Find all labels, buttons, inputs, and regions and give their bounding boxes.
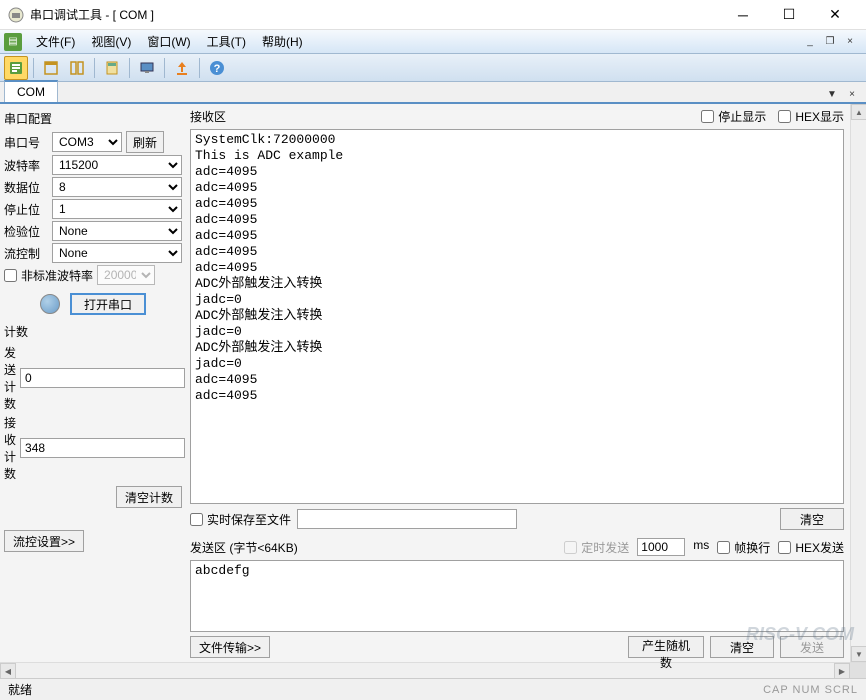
menu-view[interactable]: 视图(V) <box>83 30 139 53</box>
left-panel: 串口配置 串口号 COM3 刷新 波特率 115200 数据位 8 停止位 1 … <box>0 104 186 662</box>
tool-calc-icon[interactable] <box>100 56 124 80</box>
stop-label: 停止位 <box>4 201 48 218</box>
connection-status-icon <box>40 294 60 314</box>
stop-display-checkbox[interactable] <box>701 110 714 123</box>
timed-send-checkbox[interactable] <box>564 541 577 554</box>
close-button[interactable]: ✕ <box>812 0 858 30</box>
clear-receive-button[interactable]: 清空 <box>780 508 844 530</box>
send-title: 发送区 (字节<64KB) <box>190 539 298 556</box>
random-button[interactable]: 产生随机数 <box>628 636 704 658</box>
data-label: 数据位 <box>4 179 48 196</box>
mdi-restore-icon[interactable]: ❐ <box>822 36 838 48</box>
interval-field[interactable] <box>637 538 685 556</box>
scroll-down-icon[interactable]: ▼ <box>851 646 866 662</box>
config-title: 串口配置 <box>4 108 182 129</box>
right-panel: 接收区 停止显示 HEX显示 SystemClk:72000000 This i… <box>186 104 850 662</box>
ms-label: ms <box>693 538 709 556</box>
tool-layout1-icon[interactable] <box>39 56 63 80</box>
menu-window[interactable]: 窗口(W) <box>139 30 198 53</box>
frame-wrap-label: 帧换行 <box>734 539 770 556</box>
save-file-path-field[interactable] <box>297 509 517 529</box>
file-transfer-button[interactable]: 文件传输>> <box>190 636 270 658</box>
receive-textarea[interactable]: SystemClk:72000000 This is ADC example a… <box>190 129 844 504</box>
tab-com[interactable]: COM <box>4 80 58 102</box>
svg-text:?: ? <box>214 63 221 75</box>
scroll-right-icon[interactable]: ▶ <box>834 663 850 679</box>
menubar: ▤ 文件(F) 视图(V) 窗口(W) 工具(T) 帮助(H) _ ❐ × <box>0 30 866 54</box>
recv-count-field[interactable] <box>20 438 185 458</box>
tabstrip: COM ▼ × <box>0 82 866 104</box>
save-file-checkbox[interactable] <box>190 513 203 526</box>
save-file-label: 实时保存至文件 <box>207 511 291 528</box>
flowctrl-select[interactable]: None <box>52 243 182 263</box>
titlebar: 串口调试工具 - [ COM ] ─ ☐ ✕ <box>0 0 866 30</box>
menu-file[interactable]: 文件(F) <box>28 30 83 53</box>
statusbar: 就绪 CAP NUM SCRL <box>0 678 866 700</box>
scroll-left-icon[interactable]: ◀ <box>0 663 16 679</box>
vertical-scrollbar[interactable]: ▲ ▼ <box>850 104 866 662</box>
hex-display-checkbox[interactable] <box>778 110 791 123</box>
menu-help[interactable]: 帮助(H) <box>254 30 311 53</box>
hex-send-label: HEX发送 <box>795 539 844 556</box>
stopbits-select[interactable]: 1 <box>52 199 182 219</box>
content-area: 串口配置 串口号 COM3 刷新 波特率 115200 数据位 8 停止位 1 … <box>0 104 866 662</box>
status-text: 就绪 <box>8 681 32 698</box>
send-count-field[interactable] <box>20 368 185 388</box>
flow-label: 流控制 <box>4 245 48 262</box>
scroll-up-icon[interactable]: ▲ <box>851 104 866 120</box>
flow-settings-button[interactable]: 流控设置>> <box>4 530 84 552</box>
minimize-button[interactable]: ─ <box>720 0 766 30</box>
horizontal-scrollbar[interactable]: ◀ ▶ <box>0 662 866 678</box>
clear-count-button[interactable]: 清空计数 <box>116 486 182 508</box>
nonstd-baud-label: 非标准波特率 <box>21 267 93 284</box>
tool-new-icon[interactable] <box>4 56 28 80</box>
hex-display-label: HEX显示 <box>795 108 844 125</box>
toolbar: ? <box>0 54 866 82</box>
receive-title: 接收区 <box>190 108 226 125</box>
tab-dropdown-icon[interactable]: ▼ <box>824 88 840 100</box>
menu-tools[interactable]: 工具(T) <box>199 30 254 53</box>
hex-send-checkbox[interactable] <box>778 541 791 554</box>
parity-label: 检验位 <box>4 223 48 240</box>
window-title: 串口调试工具 - [ COM ] <box>30 6 720 23</box>
mdi-minimize-icon[interactable]: _ <box>802 36 818 48</box>
maximize-button[interactable]: ☐ <box>766 0 812 30</box>
open-port-button[interactable]: 打开串口 <box>70 293 146 315</box>
send-button[interactable]: 发送 <box>780 636 844 658</box>
parity-select[interactable]: None <box>52 221 182 241</box>
tab-close-icon[interactable]: × <box>844 88 860 100</box>
send-count-label: 发送计数 <box>4 344 16 412</box>
port-select[interactable]: COM3 <box>52 132 122 152</box>
tool-help-icon[interactable]: ? <box>205 56 229 80</box>
nonstd-baud-checkbox[interactable] <box>4 269 17 282</box>
count-title: 计数 <box>4 321 182 342</box>
app-icon <box>8 7 24 23</box>
status-indicators: CAP NUM SCRL <box>763 684 858 696</box>
port-label: 串口号 <box>4 134 48 151</box>
nonstd-baud-select: 200000 <box>97 265 155 285</box>
tool-layout2-icon[interactable] <box>65 56 89 80</box>
refresh-button[interactable]: 刷新 <box>126 131 164 153</box>
frame-wrap-checkbox[interactable] <box>717 541 730 554</box>
baud-label: 波特率 <box>4 157 48 174</box>
databits-select[interactable]: 8 <box>52 177 182 197</box>
send-textarea[interactable] <box>190 560 844 632</box>
clear-send-button[interactable]: 清空 <box>710 636 774 658</box>
mdi-close-icon[interactable]: × <box>842 36 858 48</box>
recv-count-label: 接收计数 <box>4 414 16 482</box>
menubar-app-icon: ▤ <box>4 33 22 51</box>
baud-select[interactable]: 115200 <box>52 155 182 175</box>
stop-display-label: 停止显示 <box>718 108 766 125</box>
tool-upload-icon[interactable] <box>170 56 194 80</box>
tool-monitor-icon[interactable] <box>135 56 159 80</box>
timed-send-label: 定时发送 <box>581 539 629 556</box>
